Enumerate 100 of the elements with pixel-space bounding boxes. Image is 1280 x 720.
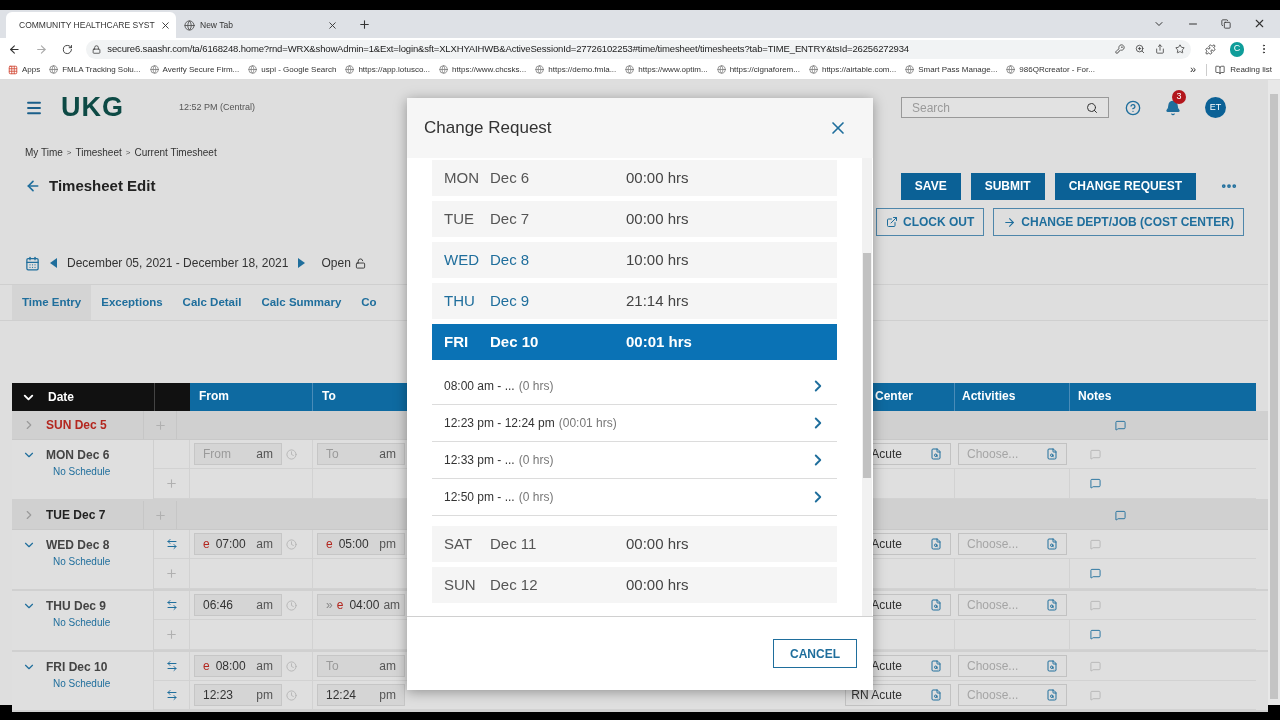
bookmark[interactable]: https://airtable.com...: [808, 63, 897, 76]
action-button[interactable]: SAVE: [900, 172, 961, 200]
bookmark-star-icon[interactable]: [1174, 44, 1185, 54]
lookup-icon[interactable]: [930, 599, 942, 611]
page-scrollbar[interactable]: [1268, 80, 1280, 705]
browser-tab[interactable]: New Tab: [176, 12, 346, 38]
notification-icon[interactable]: [1165, 99, 1181, 116]
share-icon[interactable]: [1154, 44, 1165, 54]
reload-icon[interactable]: [61, 43, 73, 55]
activities-field[interactable]: Choose...: [958, 684, 1067, 706]
lookup-icon[interactable]: [1046, 448, 1058, 460]
lookup-icon[interactable]: [930, 448, 942, 460]
zoom-icon[interactable]: [1134, 44, 1145, 54]
punch-entry[interactable]: 08:00 am - ... (0 hrs): [432, 368, 837, 405]
restore-icon[interactable]: [1221, 18, 1231, 29]
bookmark[interactable]: https://www.optim...: [625, 63, 708, 76]
search-icon[interactable]: [1086, 101, 1098, 114]
close-icon[interactable]: [1253, 17, 1266, 30]
lookup-icon[interactable]: [1046, 538, 1058, 550]
key-icon[interactable]: [1114, 44, 1125, 54]
note-icon[interactable]: [1090, 478, 1101, 489]
outline-button[interactable]: CHANGE DEPT/JOB (COST CENTER): [993, 208, 1244, 236]
back-icon[interactable]: [8, 42, 21, 56]
day-row[interactable]: THU Dec 9 21:14 hrs: [432, 283, 837, 319]
close-icon[interactable]: [327, 19, 338, 31]
lookup-icon[interactable]: [930, 538, 942, 550]
activities-field[interactable]: Choose...: [958, 533, 1067, 555]
tab[interactable]: Exceptions: [91, 285, 173, 320]
more-bookmarks[interactable]: »: [1190, 61, 1197, 78]
user-avatar[interactable]: ET: [1205, 97, 1226, 118]
breadcrumb-link[interactable]: Current Timesheet: [134, 145, 217, 160]
bookmark[interactable]: FMLA Tracking Solu...: [49, 63, 141, 76]
cost-center-field[interactable]: RN Acute: [845, 684, 951, 706]
browser-tab[interactable]: COMMUNITY HEALTHCARE SYST: [6, 12, 176, 38]
day-row[interactable]: FRI Dec 10 00:01 hrs: [432, 324, 837, 360]
time-input[interactable]: 05:00: [338, 535, 373, 553]
activities-input[interactable]: Choose...: [967, 657, 1037, 675]
bookmark[interactable]: Apps: [8, 63, 41, 76]
bookmark[interactable]: https://app.lotusco...: [345, 63, 431, 76]
action-button[interactable]: CHANGE REQUEST: [1054, 172, 1196, 200]
lookup-icon[interactable]: [1046, 660, 1058, 672]
close-icon[interactable]: [159, 19, 171, 31]
activities-field[interactable]: Choose...: [958, 655, 1067, 677]
tab[interactable]: Calc Detail: [172, 285, 252, 320]
activities-input[interactable]: Choose...: [967, 596, 1037, 614]
note-icon[interactable]: [1114, 509, 1126, 521]
add-icon[interactable]: [165, 477, 178, 490]
lookup-icon[interactable]: [1046, 689, 1058, 701]
forward-icon[interactable]: [34, 42, 48, 56]
activities-field[interactable]: Choose...: [958, 443, 1067, 465]
address-field[interactable]: secure6.saashr.com/ta/6168248.home?rnd=WRX&showAdmin=1&Ext=login&sft=XLXHYAIHWB&ActiveSessionId=27726102253#time/timesheet/timesheets?tab=TIME_ENTRY&tsId=26256272934: [86, 39, 1191, 59]
day-row[interactable]: SAT Dec 11 00:00 hrs: [432, 526, 837, 562]
time-field[interactable]: » e 04:00 am: [317, 594, 405, 616]
next-period-icon[interactable]: [298, 258, 306, 268]
time-input[interactable]: 07:00: [215, 535, 250, 553]
time-field[interactable]: To am: [317, 443, 405, 465]
time-field[interactable]: e 08:00 am: [194, 655, 282, 677]
day-row[interactable]: TUE Dec 7 00:00 hrs: [432, 201, 837, 237]
time-field[interactable]: 06:46 am: [194, 594, 282, 616]
time-field[interactable]: e 05:00 pm: [317, 533, 405, 555]
lookup-icon[interactable]: [930, 689, 942, 701]
day-row[interactable]: SUN Dec 12 00:00 hrs: [432, 567, 837, 603]
time-input[interactable]: To: [326, 445, 360, 463]
bookmark[interactable]: uspi - Google Search: [248, 63, 337, 76]
time-field[interactable]: From am: [194, 443, 282, 465]
reading-list[interactable]: Reading list: [1206, 63, 1272, 76]
tab[interactable]: Calc Summary: [251, 285, 352, 320]
day-row[interactable]: WED Dec 8 10:00 hrs: [432, 242, 837, 278]
activities-field[interactable]: Choose...: [958, 594, 1067, 616]
bookmark[interactable]: https://www.chcsks...: [439, 63, 527, 76]
punch-entry[interactable]: 12:33 pm - ... (0 hrs): [432, 442, 837, 479]
tab[interactable]: Co: [351, 285, 387, 320]
time-input[interactable]: To: [326, 657, 360, 675]
outline-button[interactable]: CLOCK OUT: [876, 208, 985, 236]
search-input[interactable]: Search: [912, 98, 1086, 117]
activities-input[interactable]: Choose...: [967, 445, 1037, 463]
day-row[interactable]: MON Dec 6 00:00 hrs: [432, 160, 837, 196]
punch-entry[interactable]: 12:23 pm - 12:24 pm (00:01 hrs): [432, 405, 837, 442]
lookup-icon[interactable]: [1046, 599, 1058, 611]
bookmark[interactable]: https://demo.fmla...: [535, 63, 617, 76]
bookmark[interactable]: Averify Secure Firm...: [149, 63, 240, 76]
time-input[interactable]: 12:23: [203, 686, 237, 704]
column-header[interactable]: From: [190, 383, 313, 411]
previous-period-icon[interactable]: [50, 258, 57, 268]
column-header[interactable]: Date: [12, 383, 154, 411]
activities-input[interactable]: Choose...: [967, 686, 1037, 704]
swap-icon[interactable]: [165, 538, 178, 550]
cancel-button[interactable]: CANCEL: [773, 639, 857, 668]
column-header[interactable]: To: [313, 383, 406, 411]
time-input[interactable]: 08:00: [215, 657, 250, 675]
punch-entry[interactable]: 12:50 pm - ... (0 hrs): [432, 479, 837, 516]
column-header[interactable]: Center: [873, 383, 955, 411]
new-tab-icon[interactable]: [358, 18, 371, 31]
action-button[interactable]: SUBMIT: [970, 172, 1045, 200]
note-icon[interactable]: [1114, 419, 1126, 431]
activities-input[interactable]: Choose...: [967, 535, 1037, 553]
swap-icon[interactable]: [165, 660, 178, 672]
time-input[interactable]: 04:00: [349, 596, 384, 614]
swap-icon[interactable]: [165, 599, 178, 611]
bookmark[interactable]: https://cignaforem...: [716, 63, 800, 76]
